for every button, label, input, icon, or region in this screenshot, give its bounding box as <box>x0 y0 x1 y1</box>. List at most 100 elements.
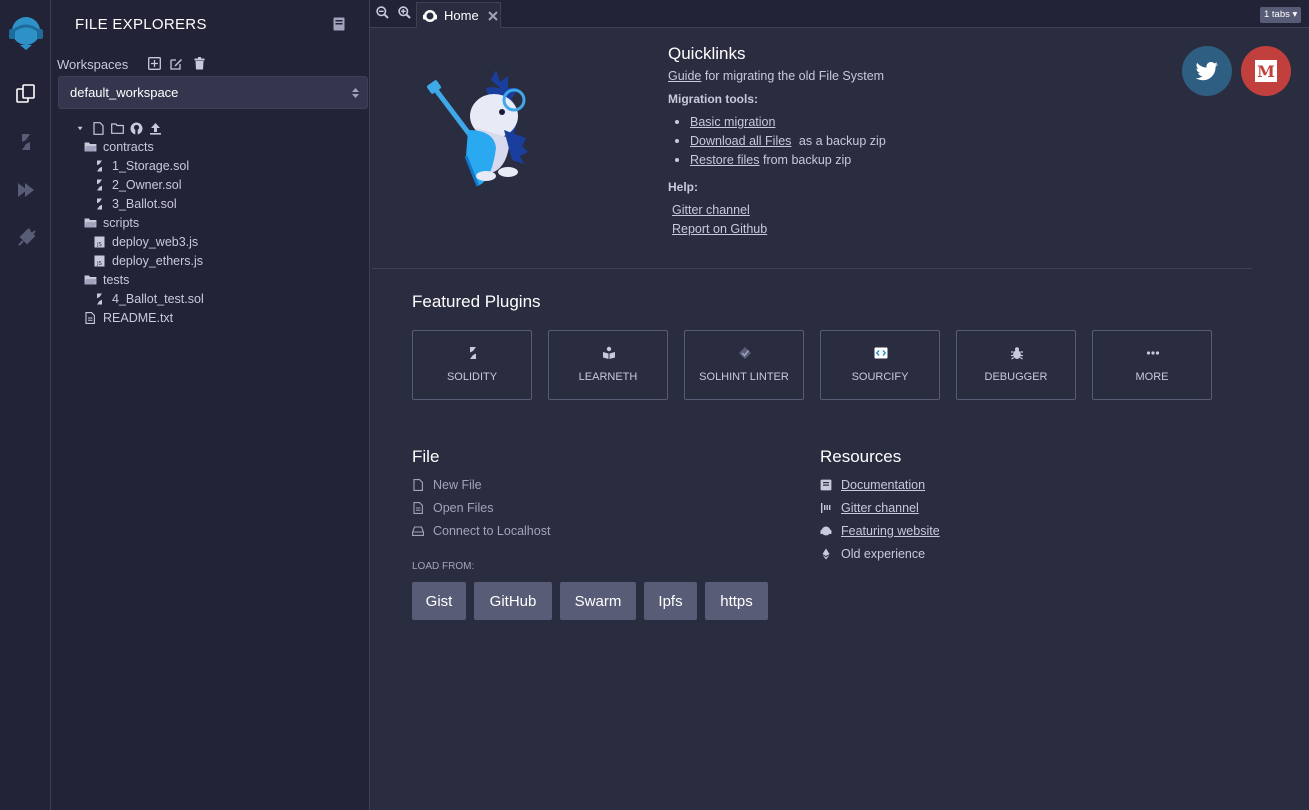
bug-icon <box>1011 347 1023 360</box>
load-from-https-button[interactable]: https <box>705 582 768 620</box>
tree-item-label: README.txt <box>103 311 174 325</box>
tree-file[interactable]: JS deploy_ethers.js <box>93 252 203 270</box>
create-workspace-icon[interactable] <box>148 57 161 70</box>
old-experience-link[interactable]: Old experience <box>820 547 925 561</box>
folder-icon <box>84 142 97 152</box>
remix-logo-icon[interactable] <box>6 12 46 52</box>
plugin-learneth-button[interactable]: LEARNETH <box>548 330 668 400</box>
tree-item-label: 1_Storage.sol <box>112 159 190 173</box>
tabs-count-dropdown[interactable]: 1 tabs ▾ <box>1260 7 1302 23</box>
bullet <box>675 139 679 143</box>
load-from-swarm-button[interactable]: Swarm <box>560 582 636 620</box>
connect-localhost-button[interactable]: Connect to Localhost <box>412 524 550 538</box>
github-icon[interactable] <box>130 122 143 135</box>
svg-text:JS: JS <box>96 261 102 267</box>
tree-file[interactable]: README.txt <box>84 309 173 327</box>
tree-item-label: 3_Ballot.sol <box>112 197 177 211</box>
guide-link[interactable]: Guide <box>668 69 701 83</box>
collapse-caret-icon[interactable] <box>77 122 86 135</box>
tree-file[interactable]: 1_Storage.sol <box>93 157 189 175</box>
upload-icon[interactable] <box>149 122 162 135</box>
gitter-channel-link[interactable]: Gitter channel <box>672 203 750 217</box>
tree-item-label: 4_Ballot_test.sol <box>112 292 204 306</box>
delete-workspace-icon[interactable] <box>193 57 206 70</box>
file-text-icon <box>413 502 423 514</box>
plugin-label: SOLHINT LINTER <box>699 371 789 383</box>
migration-tools-label: Migration tools: <box>668 92 758 106</box>
deploy-run-icon[interactable] <box>13 177 39 203</box>
remix-logo-icon <box>423 9 437 22</box>
gitter-resource-link[interactable]: Gitter channel <box>820 501 919 515</box>
plugin-solhint-linter-button[interactable]: SOLHINT LINTER <box>684 330 804 400</box>
solidity-file-icon <box>97 293 102 305</box>
tree-file[interactable]: 3_Ballot.sol <box>93 195 177 213</box>
new-file-label: New File <box>433 478 482 492</box>
plugin-solidity-button[interactable]: SOLIDITY <box>412 330 532 400</box>
rename-workspace-icon[interactable] <box>170 57 183 70</box>
plugin-more-button[interactable]: MORE <box>1092 330 1212 400</box>
zoom-in-icon[interactable] <box>398 6 411 19</box>
load-from-gist-button[interactable]: Gist <box>412 582 466 620</box>
tree-item-label: contracts <box>103 140 154 154</box>
medium-icon: M <box>1255 60 1277 82</box>
featuring-website-link[interactable]: Featuring website <box>820 524 940 538</box>
new-file-button[interactable]: New File <box>412 478 482 492</box>
tree-folder[interactable]: contracts <box>84 138 154 156</box>
close-tab-icon[interactable] <box>487 10 498 21</box>
load-from-ipfs-button[interactable]: Ipfs <box>644 582 697 620</box>
download-all-files-link[interactable]: Download all Files <box>690 134 791 148</box>
tab-home[interactable]: Home <box>416 2 501 28</box>
ethereum-icon <box>822 548 830 560</box>
featured-plugins-title: Featured Plugins <box>412 292 541 311</box>
new-folder-icon[interactable] <box>111 122 124 135</box>
featuring-website-label: Featuring website <box>841 524 940 538</box>
download-suffix: as a backup zip <box>798 134 886 148</box>
icon-rail <box>0 0 51 810</box>
tree-file[interactable]: JS deploy_web3.js <box>93 233 198 251</box>
tabs-count-label: 1 tabs <box>1264 9 1290 20</box>
solhint-icon <box>739 347 751 359</box>
tree-item-label: deploy_ethers.js <box>112 254 204 268</box>
learneth-book-icon <box>603 346 615 359</box>
svg-text:JS: JS <box>96 242 102 248</box>
report-github-link[interactable]: Report on Github <box>672 222 767 236</box>
tree-item-label: tests <box>103 273 130 287</box>
plugin-debugger-button[interactable]: DEBUGGER <box>956 330 1076 400</box>
file-explorer-icon[interactable] <box>13 81 39 107</box>
javascript-file-icon: JS <box>94 255 105 267</box>
chevron-down-icon: ▾ <box>1292 9 1298 20</box>
sourcify-icon <box>874 347 888 359</box>
restore-suffix: from backup zip <box>762 153 852 167</box>
workspaces-label: Workspaces <box>57 57 129 72</box>
tree-folder[interactable]: scripts <box>84 214 139 232</box>
twitter-button[interactable] <box>1182 46 1232 96</box>
documentation-link[interactable]: Documentation <box>820 478 925 492</box>
open-files-button[interactable]: Open Files <box>412 501 493 515</box>
javascript-file-icon: JS <box>94 236 105 248</box>
restore-files-link[interactable]: Restore files <box>690 153 759 167</box>
tree-item-label: deploy_web3.js <box>112 235 199 249</box>
resources-title: Resources <box>820 447 902 466</box>
workspace-select[interactable]: default_workspace <box>58 76 368 109</box>
zoom-out-icon[interactable] <box>376 6 389 19</box>
plugin-sourcify-button[interactable]: SOURCIFY <box>820 330 940 400</box>
file-section-title: File <box>412 447 440 466</box>
basic-migration-link[interactable]: Basic migration <box>690 115 775 129</box>
hdd-icon <box>412 526 424 536</box>
documentation-icon[interactable] <box>333 17 345 31</box>
folder-icon <box>84 218 97 228</box>
solidity-file-icon <box>97 198 102 210</box>
text-file-icon <box>85 312 95 324</box>
home-content: Quicklinks Guide for migrating the old F… <box>370 28 1309 810</box>
load-from-github-button[interactable]: GitHub <box>474 582 552 620</box>
tree-folder[interactable]: tests <box>84 271 129 289</box>
medium-button[interactable]: M <box>1241 46 1291 96</box>
plugin-manager-icon[interactable] <box>13 225 39 251</box>
tree-file[interactable]: 2_Owner.sol <box>93 176 181 194</box>
plugin-label: DEBUGGER <box>984 371 1048 383</box>
tree-item-label: 2_Owner.sol <box>112 178 182 192</box>
quicklinks-title: Quicklinks <box>668 44 746 63</box>
solidity-compiler-icon[interactable] <box>13 129 39 155</box>
tree-file[interactable]: 4_Ballot_test.sol <box>93 290 204 308</box>
new-file-icon[interactable] <box>92 121 105 135</box>
